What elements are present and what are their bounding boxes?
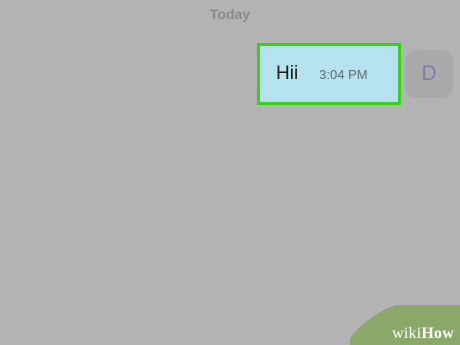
- message-text: Hii: [276, 63, 299, 84]
- watermark-suffix: How: [421, 325, 454, 342]
- sent-message-bubble[interactable]: Hii 3:04 PM: [263, 50, 391, 98]
- wikihow-watermark-logo: wikiHow: [350, 305, 460, 345]
- avatar[interactable]: D: [405, 50, 453, 98]
- date-divider: Today: [209, 6, 251, 22]
- message-timestamp: 3:04 PM: [319, 66, 368, 82]
- watermark-prefix: wiki: [392, 325, 422, 342]
- avatar-initial: D: [421, 62, 437, 85]
- watermark-text: wikiHow: [392, 325, 454, 343]
